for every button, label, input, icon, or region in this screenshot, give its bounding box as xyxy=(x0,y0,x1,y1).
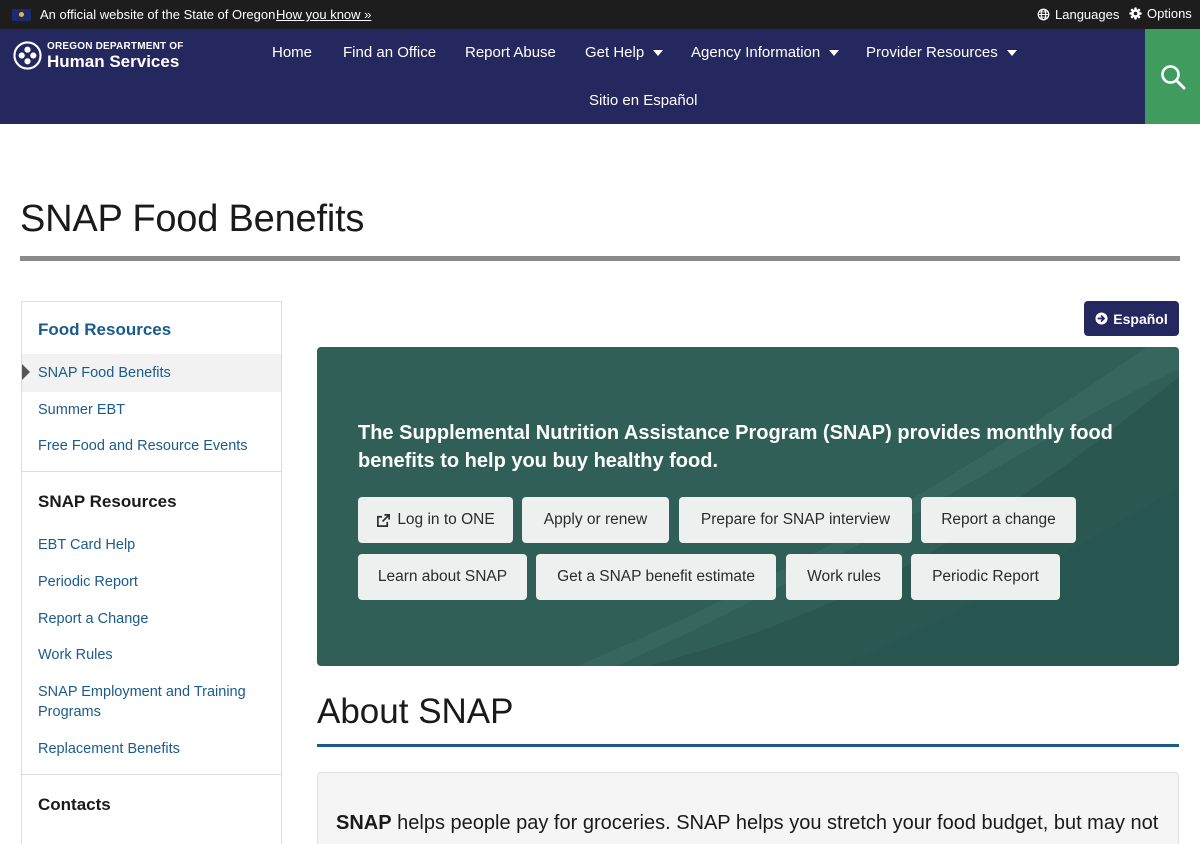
hero-banner: The Supplemental Nutrition Assistance Pr… xyxy=(317,347,1179,666)
nav-get-help[interactable]: Get Help xyxy=(585,44,664,61)
odhs-logo-icon xyxy=(13,41,42,70)
sidebar-item-snap-employment-training[interactable]: SNAP Employment and Training Programs xyxy=(38,682,268,722)
sidebar-heading-food-resources[interactable]: Food Resources xyxy=(38,320,171,340)
languages-button[interactable]: Languages xyxy=(1037,7,1119,22)
official-banner: An official website of the State of Oreg… xyxy=(0,0,1200,29)
logo-department-text: OREGON DEPARTMENT OF xyxy=(47,40,184,52)
site-header: OREGON DEPARTMENT OF Human Services Home… xyxy=(0,29,1200,124)
search-button[interactable] xyxy=(1145,29,1200,124)
sidebar-item-free-food-events[interactable]: Free Food and Resource Events xyxy=(38,436,268,456)
espanol-button[interactable]: Español xyxy=(1084,301,1179,336)
logo-agency-text: Human Services xyxy=(47,51,180,71)
odhs-logo[interactable]: OREGON DEPARTMENT OF Human Services xyxy=(13,41,184,70)
search-icon xyxy=(1160,64,1185,89)
espanol-button-label: Español xyxy=(1113,310,1168,327)
sidebar-divider xyxy=(22,774,281,775)
work-rules-button[interactable]: Work rules xyxy=(786,554,902,600)
active-arrow-icon xyxy=(22,364,30,380)
log-in-to-one-label: Log in to ONE xyxy=(397,511,495,528)
options-button[interactable]: Options xyxy=(1129,6,1192,21)
caret-down-icon xyxy=(1006,49,1017,56)
sidebar-item-replacement-benefits[interactable]: Replacement Benefits xyxy=(38,739,268,759)
sidebar-heading-snap-resources: SNAP Resources xyxy=(38,492,177,511)
sidebar-item-snap-food-benefits[interactable]: SNAP Food Benefits xyxy=(38,363,268,383)
sidebar-item-ebt-card-help[interactable]: EBT Card Help xyxy=(38,535,268,555)
about-snap-heading: About SNAP xyxy=(317,692,514,731)
arrow-circle-right-icon xyxy=(1095,312,1108,325)
sidebar-item-summer-ebt[interactable]: Summer EBT xyxy=(38,400,268,420)
page-title: SNAP Food Benefits xyxy=(20,198,365,240)
nav-home[interactable]: Home xyxy=(272,44,312,61)
globe-icon xyxy=(1037,8,1050,21)
sidebar-divider xyxy=(22,471,281,472)
official-website-text: An official website of the State of Oreg… xyxy=(40,7,276,22)
hero-description: The Supplemental Nutrition Assistance Pr… xyxy=(358,422,1113,472)
how-you-know-link[interactable]: How you know » xyxy=(276,7,371,22)
log-in-to-one-button[interactable]: Log in to ONE xyxy=(358,497,513,543)
about-snap-box: SNAP helps people pay for groceries. SNA… xyxy=(317,772,1179,844)
nav-find-an-office[interactable]: Find an Office xyxy=(343,44,436,61)
caret-down-icon xyxy=(653,49,664,56)
nav-provider-resources[interactable]: Provider Resources xyxy=(866,44,1017,61)
logo-text: OREGON DEPARTMENT OF Human Services xyxy=(47,40,184,71)
periodic-report-button[interactable]: Periodic Report xyxy=(911,554,1060,600)
sidebar-item-report-a-change[interactable]: Report a Change xyxy=(38,609,268,629)
snap-benefit-estimate-button[interactable]: Get a SNAP benefit estimate xyxy=(536,554,776,600)
caret-down-icon xyxy=(829,49,840,56)
about-snap-text: SNAP helps people pay for groceries. SNA… xyxy=(336,812,1166,835)
about-snap-bold: SNAP xyxy=(336,812,392,834)
nav-report-abuse[interactable]: Report Abuse xyxy=(465,44,556,61)
gear-icon xyxy=(1129,7,1142,20)
title-divider xyxy=(20,256,1180,261)
options-label: Options xyxy=(1147,6,1192,21)
sidebar-item-work-rules[interactable]: Work Rules xyxy=(38,645,268,665)
about-divider xyxy=(317,744,1179,747)
sidebar-heading-contacts: Contacts xyxy=(38,795,111,814)
nav-sitio-en-espanol[interactable]: Sitio en Español xyxy=(589,92,697,109)
oregon-flag-icon xyxy=(12,9,31,21)
sidebar-item-periodic-report[interactable]: Periodic Report xyxy=(38,572,268,592)
prepare-snap-interview-button[interactable]: Prepare for SNAP interview xyxy=(679,497,912,543)
nav-get-help-label: Get Help xyxy=(585,44,645,61)
languages-label: Languages xyxy=(1055,7,1120,22)
external-link-icon xyxy=(377,513,391,527)
report-a-change-button[interactable]: Report a change xyxy=(921,497,1076,543)
nav-provider-resources-label: Provider Resources xyxy=(866,44,998,61)
learn-about-snap-button[interactable]: Learn about SNAP xyxy=(358,554,527,600)
sidebar: Food Resources SNAP Food Benefits Summer… xyxy=(21,301,282,844)
about-snap-body: helps people pay for groceries. SNAP hel… xyxy=(391,812,1159,834)
apply-or-renew-button[interactable]: Apply or renew xyxy=(522,497,669,543)
nav-agency-information-label: Agency Information xyxy=(691,44,821,61)
nav-agency-information[interactable]: Agency Information xyxy=(691,44,840,61)
